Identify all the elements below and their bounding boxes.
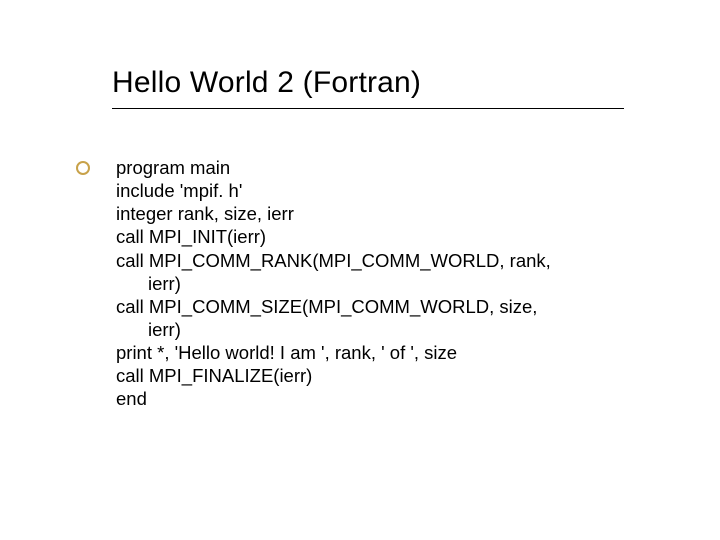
code-line: call MPI_FINALIZE(ierr) [116, 364, 616, 387]
code-line-continuation: ierr) [116, 318, 616, 341]
code-line: end [116, 387, 616, 410]
bullet-icon [76, 161, 90, 175]
code-line: print *, 'Hello world! I am ', rank, ' o… [116, 341, 616, 364]
code-line: call MPI_COMM_RANK(MPI_COMM_WORLD, rank, [116, 249, 616, 272]
code-line: call MPI_COMM_SIZE(MPI_COMM_WORLD, size, [116, 295, 616, 318]
code-line: call MPI_INIT(ierr) [116, 225, 616, 248]
code-block: program main include 'mpif. h' integer r… [116, 156, 616, 410]
slide-title-row: Hello World 2 (Fortran) [112, 66, 632, 100]
code-line: integer rank, size, ierr [116, 202, 616, 225]
code-line-continuation: ierr) [116, 272, 616, 295]
code-line: include 'mpif. h' [116, 179, 616, 202]
code-line: program main [116, 156, 616, 179]
slide-title: Hello World 2 (Fortran) [112, 66, 421, 99]
title-underline [112, 108, 624, 109]
slide: Hello World 2 (Fortran) program main inc… [0, 0, 720, 540]
